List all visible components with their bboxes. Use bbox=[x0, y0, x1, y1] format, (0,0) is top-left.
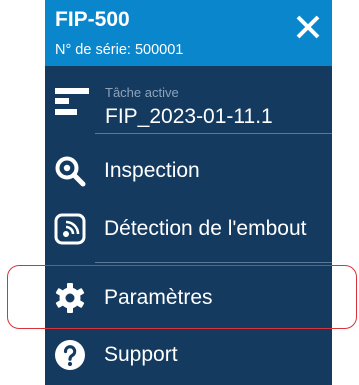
menu-item-inspection[interactable]: Inspection bbox=[45, 145, 332, 197]
active-task-field[interactable]: Tâche active FIP_2023-01-11.1 bbox=[45, 66, 332, 142]
tip-detection-icon bbox=[54, 213, 86, 245]
active-task-value: FIP_2023-01-11.1 bbox=[105, 105, 273, 128]
close-button[interactable] bbox=[293, 12, 323, 42]
active-task-label: Tâche active bbox=[105, 85, 179, 100]
task-list-icon bbox=[55, 88, 89, 115]
menu-item-tip-detection[interactable]: Détection de l'embout bbox=[45, 203, 332, 255]
menu-item-label: Inspection bbox=[104, 159, 200, 182]
gear-icon bbox=[55, 283, 85, 313]
inspection-search-icon bbox=[55, 156, 86, 187]
side-menu-panel: FIP-500 N° de série: 500001 Tâche active… bbox=[45, 0, 332, 385]
serial-number: N° de série: 500001 bbox=[55, 42, 184, 58]
close-icon bbox=[296, 15, 320, 39]
menu-item-settings[interactable]: Paramètres bbox=[45, 272, 332, 324]
menu-item-label: Détection de l'embout bbox=[104, 217, 307, 240]
help-icon bbox=[55, 340, 85, 370]
active-task-underline bbox=[95, 133, 332, 134]
menu-header: FIP-500 N° de série: 500001 bbox=[45, 0, 332, 66]
menu-item-label: Paramètres bbox=[104, 286, 213, 309]
menu-divider bbox=[95, 262, 332, 263]
device-name: FIP-500 bbox=[55, 8, 130, 31]
menu-item-support[interactable]: Support bbox=[45, 329, 332, 381]
menu-item-label: Support bbox=[104, 343, 178, 366]
